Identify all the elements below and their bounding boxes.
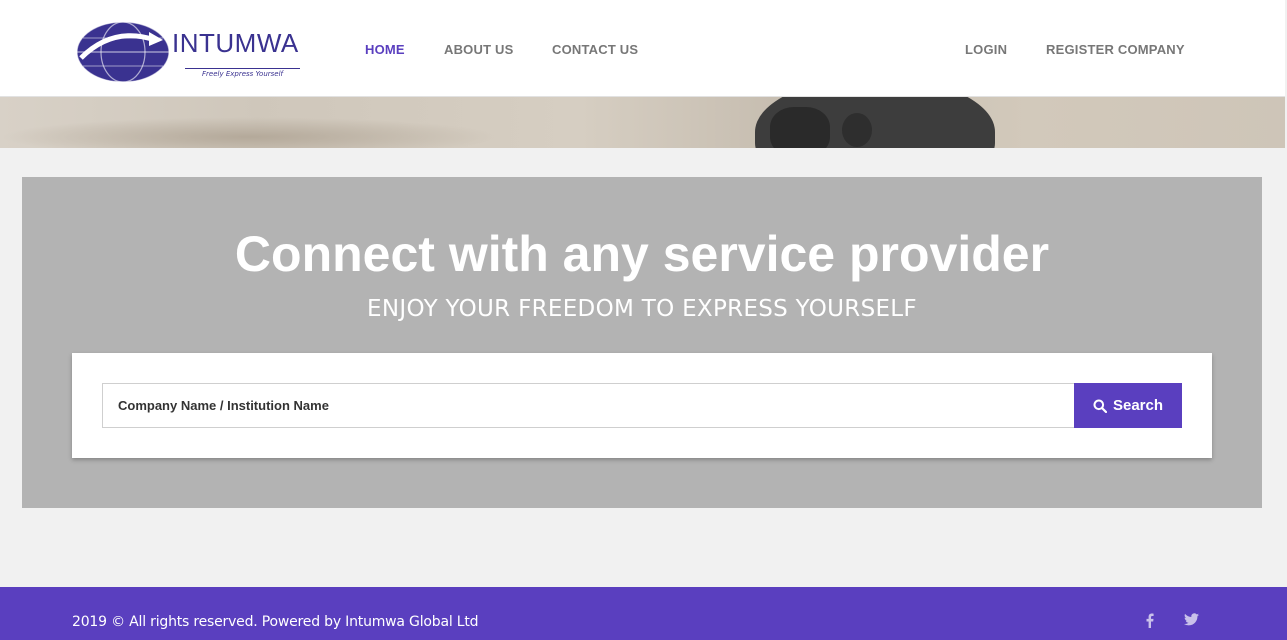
footer-copyright: 2019 © All rights reserved. Powered by I… [72, 614, 479, 630]
nav-login-link[interactable]: LOGIN [965, 42, 1007, 57]
search-card: Search [72, 353, 1212, 458]
header-banner-image [0, 97, 1285, 148]
hero-subtitle: ENJOY YOUR FREEDOM TO EXPRESS YOURSELF [367, 296, 917, 322]
nav-about-link[interactable]: ABOUT US [444, 42, 514, 57]
brand-tagline: Freely Express Yourself [185, 68, 300, 78]
site-header: INTUMWA Freely Express Yourself HOME ABO… [0, 0, 1285, 97]
hero-section: Connect with any service provider ENJOY … [22, 177, 1262, 508]
search-icon [1093, 399, 1107, 413]
search-button-label: Search [1112, 397, 1164, 414]
globe-logo-icon [76, 21, 170, 83]
nav-contact-link[interactable]: CONTACT US [552, 42, 638, 57]
search-button[interactable]: Search [1074, 383, 1182, 428]
hero-title: Connect with any service provider [234, 226, 1050, 282]
site-footer: 2019 © All rights reserved. Powered by I… [0, 587, 1287, 640]
nav-home-link[interactable]: HOME [365, 42, 405, 57]
facebook-icon[interactable] [1145, 613, 1154, 628]
brand-logo[interactable]: INTUMWA Freely Express Yourself [73, 18, 303, 84]
brand-name: INTUMWA [172, 28, 299, 58]
twitter-icon[interactable] [1184, 613, 1199, 626]
nav-register-company-link[interactable]: REGISTER COMPANY [1046, 42, 1185, 57]
company-search-input[interactable] [102, 383, 1075, 428]
